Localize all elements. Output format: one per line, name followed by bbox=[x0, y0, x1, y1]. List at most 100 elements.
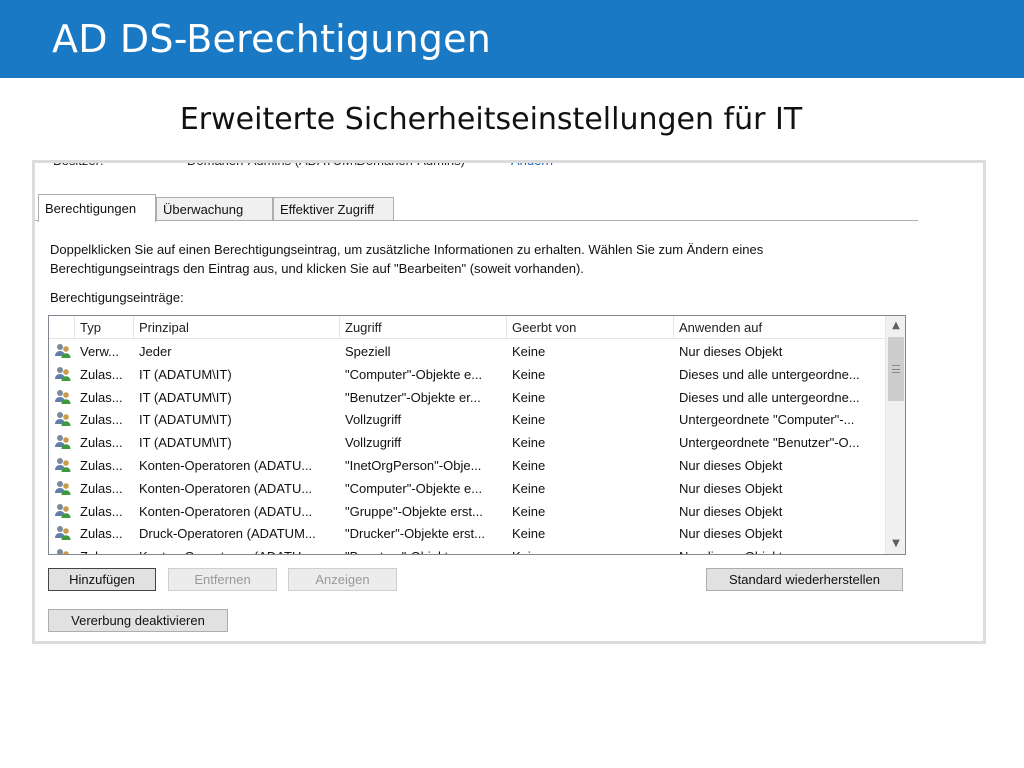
cell-zugriff: "Computer"-Objekte e... bbox=[345, 480, 483, 496]
scroll-up-arrow-icon[interactable]: ▲ bbox=[887, 316, 905, 336]
cell-prinzipal: IT (ADATUM\IT) bbox=[139, 366, 232, 382]
remove-button[interactable]: Entfernen bbox=[168, 568, 277, 591]
user-group-icon bbox=[54, 548, 72, 554]
cell-anwenden-auf: Nur dieses Objekt bbox=[679, 480, 783, 496]
table-row[interactable]: Zulas... IT (ADATUM\IT) "Benutzer"-Objekte… bbox=[49, 386, 885, 409]
cell-zugriff: Speziell bbox=[345, 344, 391, 359]
dialog-caption: Erweiterte Sicherheitseinstellungen für … bbox=[179, 102, 803, 137]
cell-anwenden-auf: Dieses und alle untergeordne... bbox=[679, 366, 860, 382]
cell-typ: Zulas... bbox=[80, 366, 123, 382]
restore-defaults-button[interactable]: Standard wiederherstellen bbox=[706, 568, 903, 591]
cell-zugriff: "Gruppe"-Objekte erst... bbox=[345, 503, 483, 519]
cell-zugriff: "Drucker"-Objekte erst... bbox=[345, 526, 485, 542]
user-group-icon bbox=[54, 434, 72, 450]
cell-prinzipal: Jeder bbox=[139, 344, 172, 359]
cell-anwenden-auf: Nur dieses Objekt bbox=[679, 549, 883, 554]
cell-zugriff: "Computer"-Objekte e... bbox=[345, 366, 483, 382]
cell-geerbt-von: Keine bbox=[512, 526, 546, 542]
cell-geerbt-von: Keine bbox=[512, 366, 546, 382]
user-group-icon bbox=[54, 480, 72, 496]
header-bar: AD DS-Berechtigungen bbox=[0, 0, 1024, 78]
cell-typ: Zulas... bbox=[80, 389, 123, 405]
cell-anwenden-auf: Untergeordnete "Benutzer"-O... bbox=[679, 435, 860, 451]
cell-geerbt-von: Keine bbox=[512, 458, 546, 473]
table-row[interactable]: Zulas... IT (ADATUM\IT) Vollzugriff Keine Un… bbox=[49, 431, 885, 454]
cell-prinzipal: Konten-Operatoren (ADATU... bbox=[139, 503, 313, 519]
scroll-down-arrow-icon[interactable]: ▼ bbox=[887, 534, 905, 554]
cell-typ: Zulas... bbox=[80, 480, 123, 496]
user-group-icon bbox=[54, 411, 72, 427]
owner-value: Domänen-Admins (ADATUM\Domänen-Admins) bbox=[187, 160, 465, 168]
page-title: AD DS-Berechtigungen bbox=[52, 17, 491, 61]
tab-divider bbox=[35, 220, 918, 221]
permission-entries-label: Berechtigungseinträge: bbox=[50, 290, 184, 305]
scrollbar-thumb[interactable] bbox=[888, 337, 904, 401]
cell-zugriff: "Benutzer"-Objekte er... bbox=[345, 549, 505, 554]
cell-prinzipal: IT (ADATUM\IT) bbox=[139, 412, 232, 428]
list-header: Typ Prinzipal Zugriff Geerbt von Anwende… bbox=[49, 316, 885, 339]
description-text: Doppelklicken Sie auf einen Berechtigung… bbox=[50, 240, 910, 278]
cell-zugriff: Vollzugriff bbox=[345, 412, 402, 428]
owner-label: Besitzer: bbox=[53, 160, 104, 168]
description-line-2: Berechtigungseintrags den Eintrag aus, u… bbox=[50, 261, 584, 276]
cell-prinzipal: Konten-Operatoren (ADATU... bbox=[139, 549, 337, 554]
tab-berechtigungen[interactable]: Berechtigungen bbox=[38, 194, 156, 222]
cell-typ: Zulas... bbox=[80, 458, 123, 473]
column-header-anwenden-auf[interactable]: Anwenden auf bbox=[674, 316, 885, 339]
column-header-prinzipal[interactable]: Prinzipal bbox=[134, 316, 340, 339]
table-row[interactable]: Zulas... IT (ADATUM\IT) Vollzugriff Keine Un… bbox=[49, 408, 885, 431]
vertical-scrollbar[interactable]: ▲ ▼ bbox=[885, 316, 905, 554]
cell-prinzipal: IT (ADATUM\IT) bbox=[139, 389, 232, 405]
cell-prinzipal: Druck-Operatoren (ADATUM... bbox=[139, 526, 316, 542]
column-header-typ[interactable]: Typ bbox=[75, 316, 134, 339]
view-button[interactable]: Anzeigen bbox=[288, 568, 397, 591]
cell-geerbt-von: Keine bbox=[512, 344, 546, 359]
table-row[interactable]: Verw... Jeder Speziell Keine Nur dieses Obje… bbox=[49, 340, 885, 363]
user-group-icon bbox=[54, 389, 72, 405]
cell-anwenden-auf: Nur dieses Objekt bbox=[679, 344, 783, 359]
table-row[interactable]: Zulas... Konten-Operatoren (ADATU... "Inet… bbox=[49, 454, 885, 477]
permission-entries-list[interactable]: Typ Prinzipal Zugriff Geerbt von Anwende… bbox=[48, 315, 906, 555]
cell-prinzipal: Konten-Operatoren (ADATU... bbox=[139, 458, 313, 473]
cell-geerbt-von: Keine bbox=[512, 435, 546, 451]
grip-icon bbox=[892, 365, 900, 373]
cell-geerbt-von: Keine bbox=[512, 412, 546, 428]
cell-geerbt-von: Keine bbox=[512, 503, 546, 519]
cell-typ: Zulas... bbox=[80, 412, 123, 428]
cell-typ: Zulas... bbox=[80, 503, 123, 519]
change-owner-link[interactable]: Ändern bbox=[511, 163, 553, 168]
cell-geerbt-von: Keine bbox=[512, 549, 672, 554]
column-header-zugriff[interactable]: Zugriff bbox=[340, 316, 507, 339]
cell-zugriff: Vollzugriff bbox=[345, 435, 402, 451]
add-button[interactable]: Hinzufügen bbox=[48, 568, 156, 591]
disable-inheritance-button[interactable]: Vererbung deaktivieren bbox=[48, 609, 228, 632]
user-group-icon bbox=[54, 343, 72, 359]
cell-anwenden-auf: Nur dieses Objekt bbox=[679, 458, 783, 473]
cell-typ: Verw... bbox=[80, 344, 120, 359]
cell-anwenden-auf: Nur dieses Objekt bbox=[679, 526, 783, 542]
column-header-geerbt-von[interactable]: Geerbt von bbox=[507, 316, 674, 339]
cell-anwenden-auf: Dieses und alle untergeordne... bbox=[679, 389, 860, 405]
column-icon bbox=[49, 316, 75, 339]
user-group-icon bbox=[54, 366, 72, 382]
cell-prinzipal: IT (ADATUM\IT) bbox=[139, 435, 232, 451]
tab-effektiver-zugriff[interactable]: Effektiver Zugriff bbox=[273, 197, 394, 221]
tab-ueberwachung[interactable]: Überwachung bbox=[156, 197, 273, 221]
table-row[interactable]: Zulas... Konten-Operatoren (ADATU... "Comp… bbox=[49, 477, 885, 500]
user-group-icon bbox=[54, 525, 72, 541]
table-row[interactable]: Zulas... Konten-Operatoren (ADATU... "Grup… bbox=[49, 500, 885, 523]
cell-typ: Zulas... bbox=[80, 435, 123, 451]
cell-typ: Zulas... bbox=[80, 549, 132, 554]
owner-row: Besitzer: Domänen-Admins (ADATUM\Domänen… bbox=[35, 160, 935, 175]
cell-prinzipal: Konten-Operatoren (ADATU... bbox=[139, 480, 313, 496]
cell-zugriff: "InetOrgPerson"-Obje... bbox=[345, 458, 482, 473]
table-row[interactable]: Zulas... Konten-Operatoren (ADATU... "Benu… bbox=[49, 545, 885, 554]
table-row[interactable]: Zulas... IT (ADATUM\IT) "Computer"-Objekte… bbox=[49, 363, 885, 386]
description-line-1: Doppelklicken Sie auf einen Berechtigung… bbox=[50, 242, 764, 257]
tab-strip: Berechtigungen Überwachung Effektiver Zu… bbox=[38, 194, 938, 222]
user-group-icon bbox=[54, 457, 72, 473]
cell-zugriff: "Benutzer"-Objekte er... bbox=[345, 389, 481, 405]
table-row[interactable]: Zulas... Druck-Operatoren (ADATUM... "Druc… bbox=[49, 522, 885, 545]
advanced-security-dialog: Besitzer: Domänen-Admins (ADATUM\Domänen… bbox=[32, 160, 986, 644]
cell-geerbt-von: Keine bbox=[512, 389, 546, 405]
